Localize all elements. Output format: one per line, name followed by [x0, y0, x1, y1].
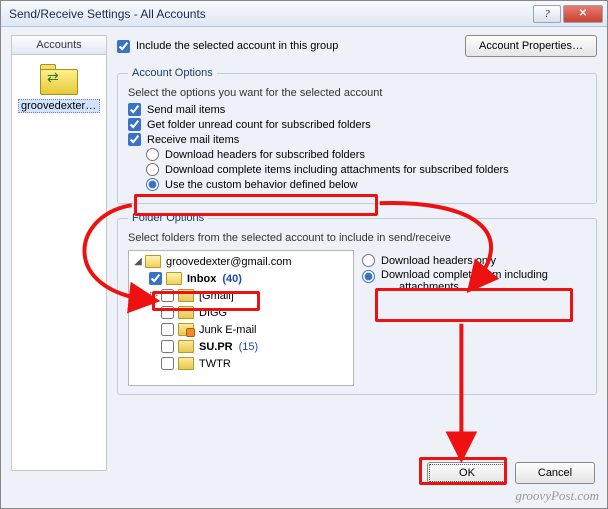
include-account-input[interactable]	[117, 40, 130, 53]
send-mail-checkbox[interactable]	[128, 103, 141, 116]
headers-only-option[interactable]: Download headers only	[362, 254, 586, 267]
twtr-icon	[178, 357, 194, 370]
get-unread-checkbox[interactable]	[128, 118, 141, 131]
include-account-label: Include the selected account in this gro…	[136, 40, 338, 52]
download-complete-radio[interactable]	[146, 163, 159, 176]
headers-only-label: Download headers only	[381, 255, 496, 267]
download-headers-option[interactable]: Download headers for subscribed folders	[146, 148, 586, 161]
tree-node-junk[interactable]: Junk E-mail	[131, 321, 351, 338]
watermark: groovyPost.com	[515, 488, 599, 504]
download-complete-option[interactable]: Download complete items including attach…	[146, 163, 586, 176]
complete-item-radio[interactable]	[362, 270, 375, 283]
tree-node-digg[interactable]: DIGG	[131, 304, 351, 321]
digg-label: DIGG	[199, 307, 227, 319]
per-folder-download-options: Download headers only Download complete …	[362, 250, 586, 386]
get-unread-label: Get folder unread count for subscribed f…	[147, 119, 371, 131]
folder-options-desc: Select folders from the selected account…	[128, 232, 586, 244]
ok-button[interactable]: OK	[427, 462, 507, 484]
account-label: groovedexter@…	[18, 99, 100, 113]
junk-label: Junk E-mail	[199, 324, 256, 336]
custom-behavior-option[interactable]: Use the custom behavior defined below	[146, 178, 586, 191]
supr-icon	[178, 340, 194, 353]
download-headers-label: Download headers for subscribed folders	[165, 149, 365, 161]
inbox-label: Inbox	[187, 273, 216, 285]
send-mail-option[interactable]: Send mail items	[128, 103, 586, 116]
account-folder-icon: ⇄	[37, 61, 81, 97]
close-button[interactable]: ✕	[563, 5, 603, 23]
titlebar: Send/Receive Settings - All Accounts ? ✕	[1, 1, 607, 27]
tree-root[interactable]: ◢ groovedexter@gmail.com	[131, 253, 351, 270]
custom-behavior-radio[interactable]	[146, 178, 159, 191]
twtr-label: TWTR	[199, 358, 231, 370]
supr-checkbox[interactable]	[161, 340, 174, 353]
help-button[interactable]: ?	[533, 5, 561, 23]
complete-item-option[interactable]: Download complete item including attachm…	[362, 269, 586, 293]
get-unread-option[interactable]: Get folder unread count for subscribed f…	[128, 118, 586, 131]
account-options-desc: Select the options you want for the sele…	[128, 87, 586, 99]
gmail-checkbox[interactable]	[161, 289, 174, 302]
tree-node-gmail[interactable]: ▷ [Gmail]	[131, 287, 351, 304]
headers-only-radio[interactable]	[362, 254, 375, 267]
digg-icon	[178, 306, 194, 319]
send-mail-label: Send mail items	[147, 104, 225, 116]
tree-root-label: groovedexter@gmail.com	[166, 256, 292, 268]
collapse-icon[interactable]: ◢	[133, 256, 143, 267]
account-options-group: Account Options Select the options you w…	[117, 67, 597, 204]
account-item[interactable]: ⇄ groovedexter@…	[12, 55, 106, 115]
folder-options-legend: Folder Options	[128, 212, 208, 224]
store-icon	[145, 255, 161, 268]
expand-icon[interactable]: ▷	[149, 290, 159, 301]
custom-behavior-label: Use the custom behavior defined below	[165, 179, 358, 191]
account-options-legend: Account Options	[128, 67, 217, 79]
accounts-panel: Accounts ⇄ groovedexter@…	[11, 35, 107, 471]
download-headers-radio[interactable]	[146, 148, 159, 161]
accounts-header: Accounts	[12, 36, 106, 55]
gmail-icon	[178, 289, 194, 302]
digg-checkbox[interactable]	[161, 306, 174, 319]
junk-icon	[178, 323, 194, 336]
inbox-checkbox[interactable]	[149, 272, 162, 285]
complete-item-label: Download complete item including attachm…	[381, 269, 548, 293]
gmail-label: [Gmail]	[199, 290, 234, 302]
account-properties-button[interactable]: Account Properties…	[465, 35, 597, 57]
window-title: Send/Receive Settings - All Accounts	[9, 7, 531, 21]
receive-mail-checkbox[interactable]	[128, 133, 141, 146]
folder-options-group: Folder Options Select folders from the s…	[117, 212, 597, 395]
twtr-checkbox[interactable]	[161, 357, 174, 370]
tree-node-inbox[interactable]: Inbox (40)	[131, 270, 351, 287]
tree-node-twtr[interactable]: TWTR	[131, 355, 351, 372]
folder-tree[interactable]: ◢ groovedexter@gmail.com Inbox (40) ▷	[128, 250, 354, 386]
inbox-icon	[166, 272, 182, 285]
cancel-button[interactable]: Cancel	[515, 462, 595, 484]
supr-label: SU.PR	[199, 341, 233, 353]
include-account-checkbox[interactable]: Include the selected account in this gro…	[117, 40, 338, 53]
supr-count: (15)	[239, 341, 259, 353]
junk-checkbox[interactable]	[161, 323, 174, 336]
receive-mail-label: Receive mail items	[147, 134, 239, 146]
receive-mail-option[interactable]: Receive mail items	[128, 133, 586, 146]
tree-node-supr[interactable]: SU.PR (15)	[131, 338, 351, 355]
download-complete-label: Download complete items including attach…	[165, 164, 509, 176]
inbox-count: (40)	[222, 273, 242, 285]
